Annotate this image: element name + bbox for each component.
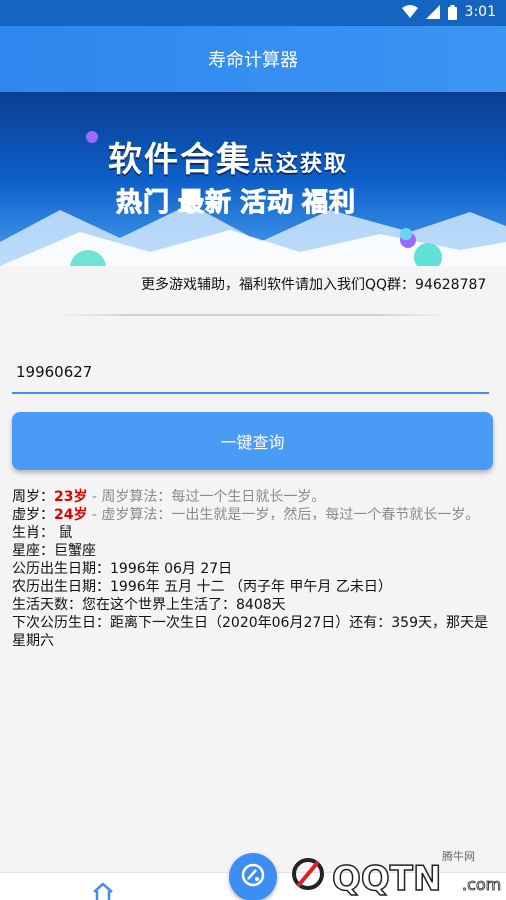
marquee: 更多游戏辅助，福利软件请加入我们QQ群：94628787 — [0, 266, 506, 302]
battery-icon — [447, 4, 457, 20]
result-next-birthday: 下次公历生日：距离下一次生日（2020年06月27日）还有：359天，那天是星期… — [12, 615, 488, 649]
banner-headline-small: 点这获取 — [252, 152, 349, 177]
fab-button[interactable] — [229, 853, 277, 900]
banner-tag-hot: 热门 — [115, 188, 171, 219]
banner-tag-new: 最新 — [178, 188, 233, 219]
result-xingzuo: 星座：巨蟹座 — [12, 543, 96, 559]
svg-text:腾牛网: 腾牛网 — [442, 849, 475, 863]
signal-icon — [425, 5, 440, 19]
home-icon[interactable] — [92, 882, 114, 900]
divider — [56, 314, 450, 316]
zhousui-desc: - 周岁算法：每过一个生日就长一岁。 — [87, 489, 326, 505]
query-button[interactable]: 一键查询 — [12, 412, 493, 470]
xusui-value: 24岁 — [54, 507, 88, 523]
svg-text:QQTN: QQTN — [332, 859, 441, 899]
xusui-desc: - 虚岁算法：一出生就是一岁，然后，每过一个春节就长一岁。 — [87, 507, 480, 523]
svg-text:.com: .com — [462, 875, 501, 894]
xusui-label: 虚岁： — [12, 507, 54, 523]
result-xusui: 虚岁：24岁 - 虚岁算法：一出生就是一岁，然后，每过一个春节就长一岁。 — [12, 506, 494, 524]
result-gongli: 公历出生日期：1996年 06月 27日 — [12, 561, 233, 577]
marquee-text: 更多游戏辅助，福利软件请加入我们QQ群：94628787 — [141, 277, 487, 293]
result-shengxiao: 生肖： 鼠 — [12, 525, 73, 541]
result-days: 生活天数：您在这个世界上生活了：8408天 — [12, 597, 286, 613]
fab-icon — [240, 862, 266, 892]
app-header: 寿命计算器 — [0, 26, 506, 92]
status-bar: 3:01 — [0, 0, 506, 26]
zhousui-label: 周岁： — [12, 489, 54, 505]
status-time: 3:01 — [464, 4, 496, 20]
banner-headline-big: 软件合集 — [108, 140, 252, 180]
banner-subline: 热门 最新 活动 福利 — [115, 182, 364, 219]
zhousui-value: 23岁 — [54, 489, 88, 505]
page-title: 寿命计算器 — [208, 50, 298, 71]
watermark-logo: 腾牛网 QQTN .com — [292, 846, 502, 900]
birthdate-input[interactable] — [12, 352, 489, 394]
promo-banner[interactable]: 软件合集点这获取 热门 最新 活动 福利 — [0, 92, 506, 266]
banner-tag-welfare: 福利 — [302, 188, 357, 219]
wifi-icon — [401, 5, 418, 19]
result-zhousui: 周岁：23岁 - 周岁算法：每过一个生日就长一岁。 — [12, 488, 494, 506]
results-panel: 周岁：23岁 - 周岁算法：每过一个生日就长一岁。 虚岁：24岁 - 虚岁算法：… — [12, 488, 494, 650]
status-icons: 3:01 — [401, 4, 496, 20]
banner-tag-event: 活动 — [240, 188, 295, 219]
banner-headline: 软件合集点这获取 — [108, 132, 348, 181]
result-nongli: 农历出生日期：1996年 五月 十二 （丙子年 甲午月 乙未日） — [12, 579, 392, 595]
